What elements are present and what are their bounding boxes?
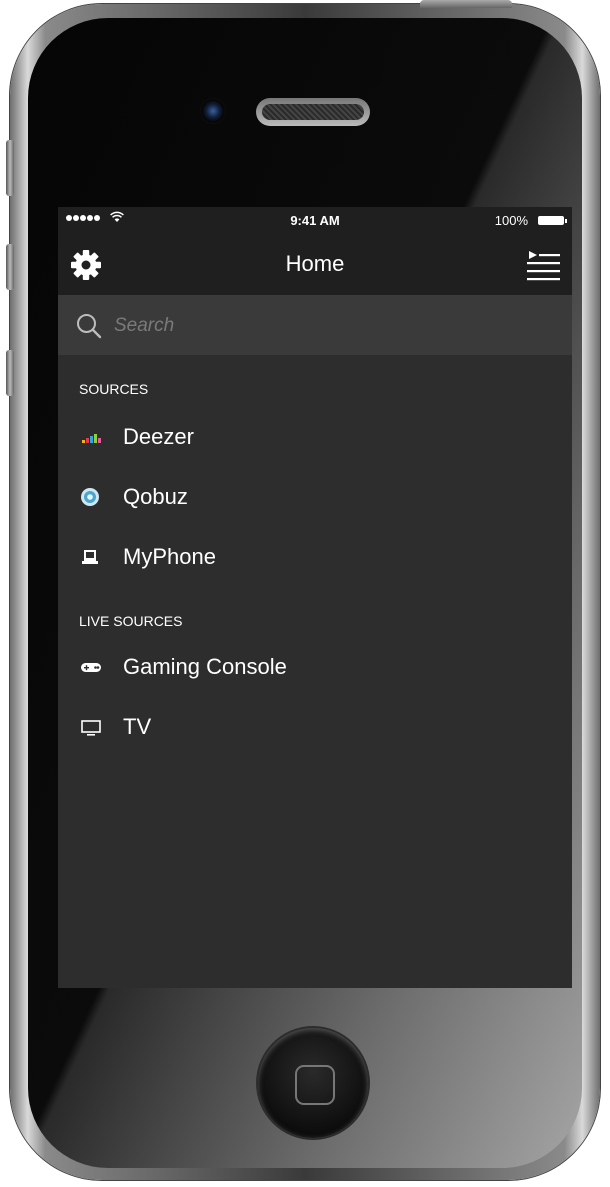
- section-header-live-sources: LIVE SOURCES: [79, 613, 183, 629]
- gamepad-icon: [81, 663, 101, 672]
- volume-up-button: [6, 244, 14, 290]
- source-label: MyPhone: [123, 544, 216, 569]
- source-label: Qobuz: [123, 484, 188, 509]
- mute-switch: [6, 140, 14, 196]
- queue-list-icon[interactable]: [526, 249, 560, 281]
- tv-icon: [81, 720, 101, 736]
- search-icon: [77, 314, 102, 339]
- front-camera: [200, 98, 226, 124]
- source-label: TV: [123, 714, 152, 739]
- search-input[interactable]: [112, 309, 536, 343]
- earpiece-speaker: [256, 98, 370, 126]
- section-header-sources: SOURCES: [79, 381, 149, 397]
- source-item-tv[interactable]: TV: [58, 702, 572, 752]
- source-label: Gaming Console: [123, 654, 287, 679]
- battery-percent: 100%: [494, 213, 528, 228]
- status-bar: 9:41 AM 100%: [58, 207, 572, 233]
- deezer-icon: [82, 434, 101, 443]
- qobuz-icon: [81, 488, 99, 506]
- source-item-myphone[interactable]: MyPhone: [58, 532, 572, 582]
- source-label: Deezer: [123, 424, 194, 449]
- source-item-gaming-console[interactable]: Gaming Console: [58, 642, 572, 692]
- app-screen: 9:41 AM 100% Home Search SOURCES Deezer …: [58, 207, 572, 988]
- phone-device-icon: [82, 550, 98, 564]
- nav-bar: Home: [58, 233, 572, 295]
- power-button: [420, 0, 512, 8]
- battery-icon: [538, 216, 567, 225]
- volume-down-button: [6, 350, 14, 396]
- source-item-qobuz[interactable]: Qobuz: [58, 472, 572, 522]
- home-square-icon: [295, 1065, 335, 1105]
- home-button[interactable]: [258, 1028, 368, 1138]
- source-item-deezer[interactable]: Deezer: [58, 412, 572, 462]
- search-bar: [58, 295, 572, 355]
- page-title: Home: [285, 251, 345, 276]
